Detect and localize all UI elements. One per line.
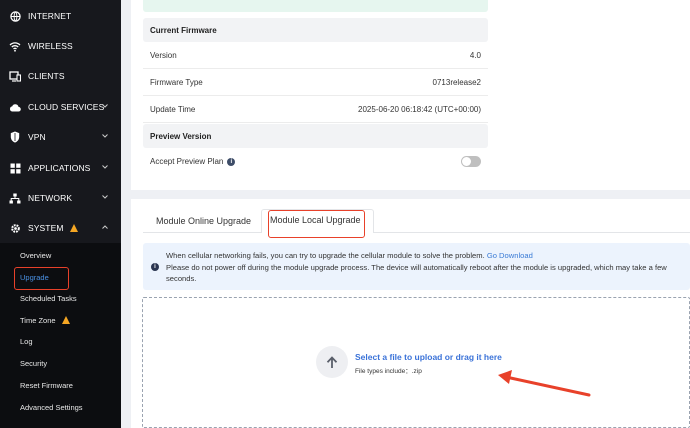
- sidebar: INTERNET WIRELESS CLIENTS CLOUD SERVICES…: [0, 0, 121, 428]
- chevron-down-icon: [102, 134, 108, 138]
- tab-divider: [143, 232, 690, 233]
- submenu-label: Advanced Settings: [20, 402, 83, 412]
- info-icon[interactable]: i: [227, 157, 236, 166]
- version-row: Version 4.0: [143, 42, 488, 69]
- sidebar-item-internet[interactable]: INTERNET: [0, 1, 121, 31]
- clients-icon: [9, 70, 21, 82]
- submenu-item-advanced-settings[interactable]: Advanced Settings: [20, 400, 83, 414]
- submenu-item-overview[interactable]: Overview: [20, 248, 51, 262]
- info-text: When cellular networking fails, you can …: [166, 250, 681, 285]
- row-label: Version: [150, 50, 177, 60]
- warning-icon: [61, 316, 70, 324]
- current-firmware-heading: Current Firmware: [143, 18, 488, 42]
- status-banner: [143, 0, 488, 12]
- submenu-item-time-zone[interactable]: Time Zone: [20, 313, 70, 327]
- sidebar-item-clients[interactable]: CLIENTS: [0, 61, 121, 91]
- sidebar-item-label: APPLICATIONS: [28, 163, 91, 173]
- info-line-1: When cellular networking fails, you can …: [166, 251, 485, 260]
- sidebar-item-label: CLIENTS: [28, 71, 65, 81]
- submenu-label: Security: [20, 358, 48, 368]
- network-icon: [9, 192, 21, 204]
- preview-version-heading: Preview Version: [143, 124, 488, 148]
- info-icon: i: [151, 263, 159, 271]
- submenu-label: Scheduled Tasks: [20, 293, 77, 303]
- apps-icon: [9, 162, 21, 174]
- chevron-down-icon: [102, 195, 108, 199]
- update-time-row: Update Time 2025-06-20 06:18:42 (UTC+00:…: [143, 96, 488, 123]
- wifi-icon: [9, 40, 21, 52]
- accept-preview-row: Accept Preview Plan i: [143, 148, 488, 175]
- sidebar-item-wireless[interactable]: WIRELESS: [0, 31, 121, 61]
- sidebar-item-label: INTERNET: [28, 11, 72, 21]
- submenu-label: Reset Firmware: [20, 380, 73, 390]
- tab-module-online-upgrade[interactable]: Module Online Upgrade: [156, 210, 251, 232]
- warning-icon: [69, 224, 78, 232]
- sidebar-item-label: VPN: [28, 132, 46, 142]
- submenu-label: Log: [20, 336, 33, 346]
- annotation-arrow-icon: [498, 370, 591, 397]
- dropzone-file-types: File types include：.zip: [355, 368, 422, 375]
- row-label: Update Time: [150, 104, 196, 114]
- chevron-down-icon: [102, 165, 108, 169]
- gear-icon: [9, 222, 21, 234]
- row-label: Accept Preview Plan: [150, 157, 224, 166]
- upload-icon[interactable]: [316, 346, 348, 378]
- sidebar-item-label: SYSTEM: [28, 223, 64, 233]
- info-notice: i When cellular networking fails, you ca…: [143, 243, 690, 290]
- row-value: 0713release2: [432, 77, 481, 87]
- sidebar-item-label: NETWORK: [28, 193, 73, 203]
- chevron-down-icon: [102, 104, 108, 108]
- submenu-label: Overview: [20, 250, 52, 260]
- row-label: Firmware Type: [150, 77, 203, 87]
- sidebar-item-system[interactable]: SYSTEM: [0, 213, 121, 243]
- info-line-2: Please do not power off during the modul…: [166, 262, 667, 284]
- sidebar-item-cloud-services[interactable]: CLOUD SERVICES: [0, 92, 121, 122]
- annotation-highlight-upgrade: [14, 267, 69, 290]
- accept-preview-toggle[interactable]: [461, 156, 481, 167]
- firmware-type-row: Firmware Type 0713release2: [143, 69, 488, 96]
- sidebar-item-vpn[interactable]: VPN: [0, 122, 121, 152]
- cloud-icon: [9, 101, 21, 113]
- submenu-item-security[interactable]: Security: [20, 356, 47, 370]
- sidebar-item-network[interactable]: NETWORK: [0, 183, 121, 213]
- file-dropzone[interactable]: [142, 297, 690, 428]
- annotation-highlight-local-upgrade: [268, 210, 365, 238]
- submenu-item-log[interactable]: Log: [20, 334, 33, 348]
- sidebar-item-label: CLOUD SERVICES: [28, 102, 105, 112]
- submenu-item-reset-firmware[interactable]: Reset Firmware: [20, 378, 73, 392]
- submenu-item-scheduled-tasks[interactable]: Scheduled Tasks: [20, 291, 77, 305]
- row-value: 4.0: [469, 50, 481, 60]
- chevron-up-icon: [102, 225, 108, 229]
- dropzone-title[interactable]: Select a file to upload or drag it here: [355, 352, 502, 362]
- row-value: 2025-06-20 06:18:42 (UTC+00:00): [358, 104, 481, 114]
- go-download-link[interactable]: Go Download: [487, 251, 533, 260]
- sidebar-item-label: WIRELESS: [28, 41, 73, 51]
- globe-icon: [9, 10, 21, 22]
- submenu-label: Time Zone: [20, 315, 56, 325]
- shield-icon: [9, 131, 21, 143]
- sidebar-item-applications[interactable]: APPLICATIONS: [0, 153, 121, 183]
